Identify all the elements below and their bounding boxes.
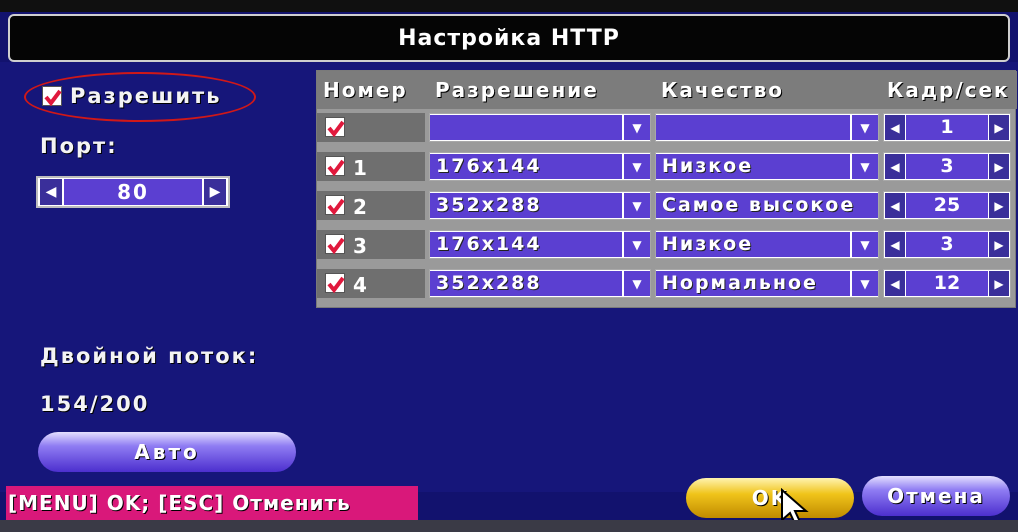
fps-spinner[interactable]: ◀ 3 ▶ [883,152,1011,181]
row-number-cell: 1 [317,152,425,181]
enable-label: Разрешить [70,84,222,108]
right-arrow-icon[interactable]: ▶ [989,193,1009,218]
auto-button[interactable]: Авто [38,432,296,472]
checkbox-checked-icon[interactable] [325,234,345,255]
header-fps: Кадр/сек [883,71,1017,109]
dialog-title: Настройка HTTP [398,25,620,51]
dropdown-arrow-icon[interactable]: ▼ [622,271,650,296]
resolution-value: 352x288 [430,271,622,296]
dropdown-arrow-icon[interactable]: ▼ [850,271,878,296]
quality-dropdown[interactable]: Нормальное ▼ [655,269,879,298]
right-arrow-icon[interactable]: ▶ [204,179,226,205]
quality-value: Низкое [656,232,850,257]
row-number-cell: 2 [317,191,425,220]
fps-spinner[interactable]: ◀ 3 ▶ [883,230,1011,259]
checkbox-checked-icon[interactable] [325,195,345,216]
enable-checkbox[interactable]: Разрешить [42,84,222,108]
row-number: 4 [353,273,367,297]
checkbox-checked-icon[interactable] [325,273,345,294]
quality-dropdown[interactable]: Самое высокое [655,191,879,220]
resolution-dropdown[interactable]: ▼ [429,113,651,142]
quality-value [656,115,850,140]
stream-table: Номер Разрешение Качество Кадр/сек ▼ ▼ ◀ [316,70,1017,308]
resolution-dropdown[interactable]: 176x144 ▼ [429,230,651,259]
dialog-window: Настройка HTTP Разрешить Порт: ◀ 80 ▶ Но… [0,0,1018,532]
header-resolution: Разрешение [429,71,657,109]
table-row: ▼ ▼ ◀ 1 ▶ [317,111,1017,144]
dropdown-arrow-icon[interactable]: ▼ [850,232,878,257]
dropdown-arrow-icon[interactable]: ▼ [622,115,650,140]
resolution-value: 352x288 [430,193,622,218]
left-arrow-icon[interactable]: ◀ [885,115,905,140]
header-number: Номер [317,71,431,109]
table-row: 3 176x144 ▼ Низкое ▼ ◀ 3 ▶ [317,228,1017,261]
row-number-cell: 3 [317,230,425,259]
row-number: 3 [353,234,367,258]
resolution-dropdown[interactable]: 352x288 ▼ [429,269,651,298]
right-arrow-icon[interactable]: ▶ [989,115,1009,140]
dual-stream-value: 154/200 [40,392,150,416]
cancel-button[interactable]: Отмена [862,476,1010,516]
quality-dropdown[interactable]: ▼ [655,113,879,142]
fps-value: 1 [906,115,988,140]
table-row: 1 176x144 ▼ Низкое ▼ ◀ 3 ▶ [317,150,1017,183]
row-number-cell [317,113,425,142]
key-hint: [MENU] OK; [ESC] Отменить [6,486,418,520]
dropdown-arrow-icon[interactable]: ▼ [622,232,650,257]
fps-value: 12 [906,271,988,296]
fps-spinner[interactable]: ◀ 25 ▶ [883,191,1011,220]
left-arrow-icon[interactable]: ◀ [885,232,905,257]
dropdown-arrow-icon[interactable]: ▼ [850,115,878,140]
title-bar: Настройка HTTP [8,14,1010,62]
table-row: 4 352x288 ▼ Нормальное ▼ ◀ 12 ▶ [317,267,1017,300]
quality-value: Самое высокое [656,193,878,218]
resolution-value [430,115,622,140]
fps-spinner[interactable]: ◀ 12 ▶ [883,269,1011,298]
dropdown-arrow-icon[interactable]: ▼ [622,193,650,218]
quality-value: Нормальное [656,271,850,296]
quality-dropdown[interactable]: Низкое ▼ [655,230,879,259]
right-arrow-icon[interactable]: ▶ [989,232,1009,257]
row-number-cell: 4 [317,269,425,298]
ok-button[interactable]: OK [686,478,854,518]
left-arrow-icon[interactable]: ◀ [40,179,62,205]
fps-value: 3 [906,154,988,179]
resolution-dropdown[interactable]: 352x288 ▼ [429,191,651,220]
dropdown-arrow-icon[interactable]: ▼ [850,154,878,179]
header-quality: Качество [655,71,885,109]
left-arrow-icon[interactable]: ◀ [885,154,905,179]
port-label: Порт: [40,134,118,158]
row-number: 1 [353,156,367,180]
top-band [0,0,1018,12]
dual-stream-label: Двойной поток: [40,344,259,368]
checkbox-checked-icon[interactable] [325,156,345,177]
table-row: 2 352x288 ▼ Самое высокое ◀ 25 ▶ [317,189,1017,222]
quality-value: Низкое [656,154,850,179]
fps-spinner[interactable]: ◀ 1 ▶ [883,113,1011,142]
resolution-value: 176x144 [430,232,622,257]
resolution-dropdown[interactable]: 176x144 ▼ [429,152,651,181]
quality-dropdown[interactable]: Низкое ▼ [655,152,879,181]
left-arrow-icon[interactable]: ◀ [885,193,905,218]
fps-value: 25 [906,193,988,218]
checkbox-checked-icon [42,86,62,107]
right-arrow-icon[interactable]: ▶ [989,154,1009,179]
dropdown-arrow-icon[interactable]: ▼ [622,154,650,179]
background-strip [0,520,1018,532]
checkbox-checked-icon[interactable] [325,117,345,138]
right-arrow-icon[interactable]: ▶ [989,271,1009,296]
left-arrow-icon[interactable]: ◀ [885,271,905,296]
row-number: 2 [353,195,367,219]
resolution-value: 176x144 [430,154,622,179]
fps-value: 3 [906,232,988,257]
port-value: 80 [64,179,202,205]
port-spinner[interactable]: ◀ 80 ▶ [36,176,230,208]
